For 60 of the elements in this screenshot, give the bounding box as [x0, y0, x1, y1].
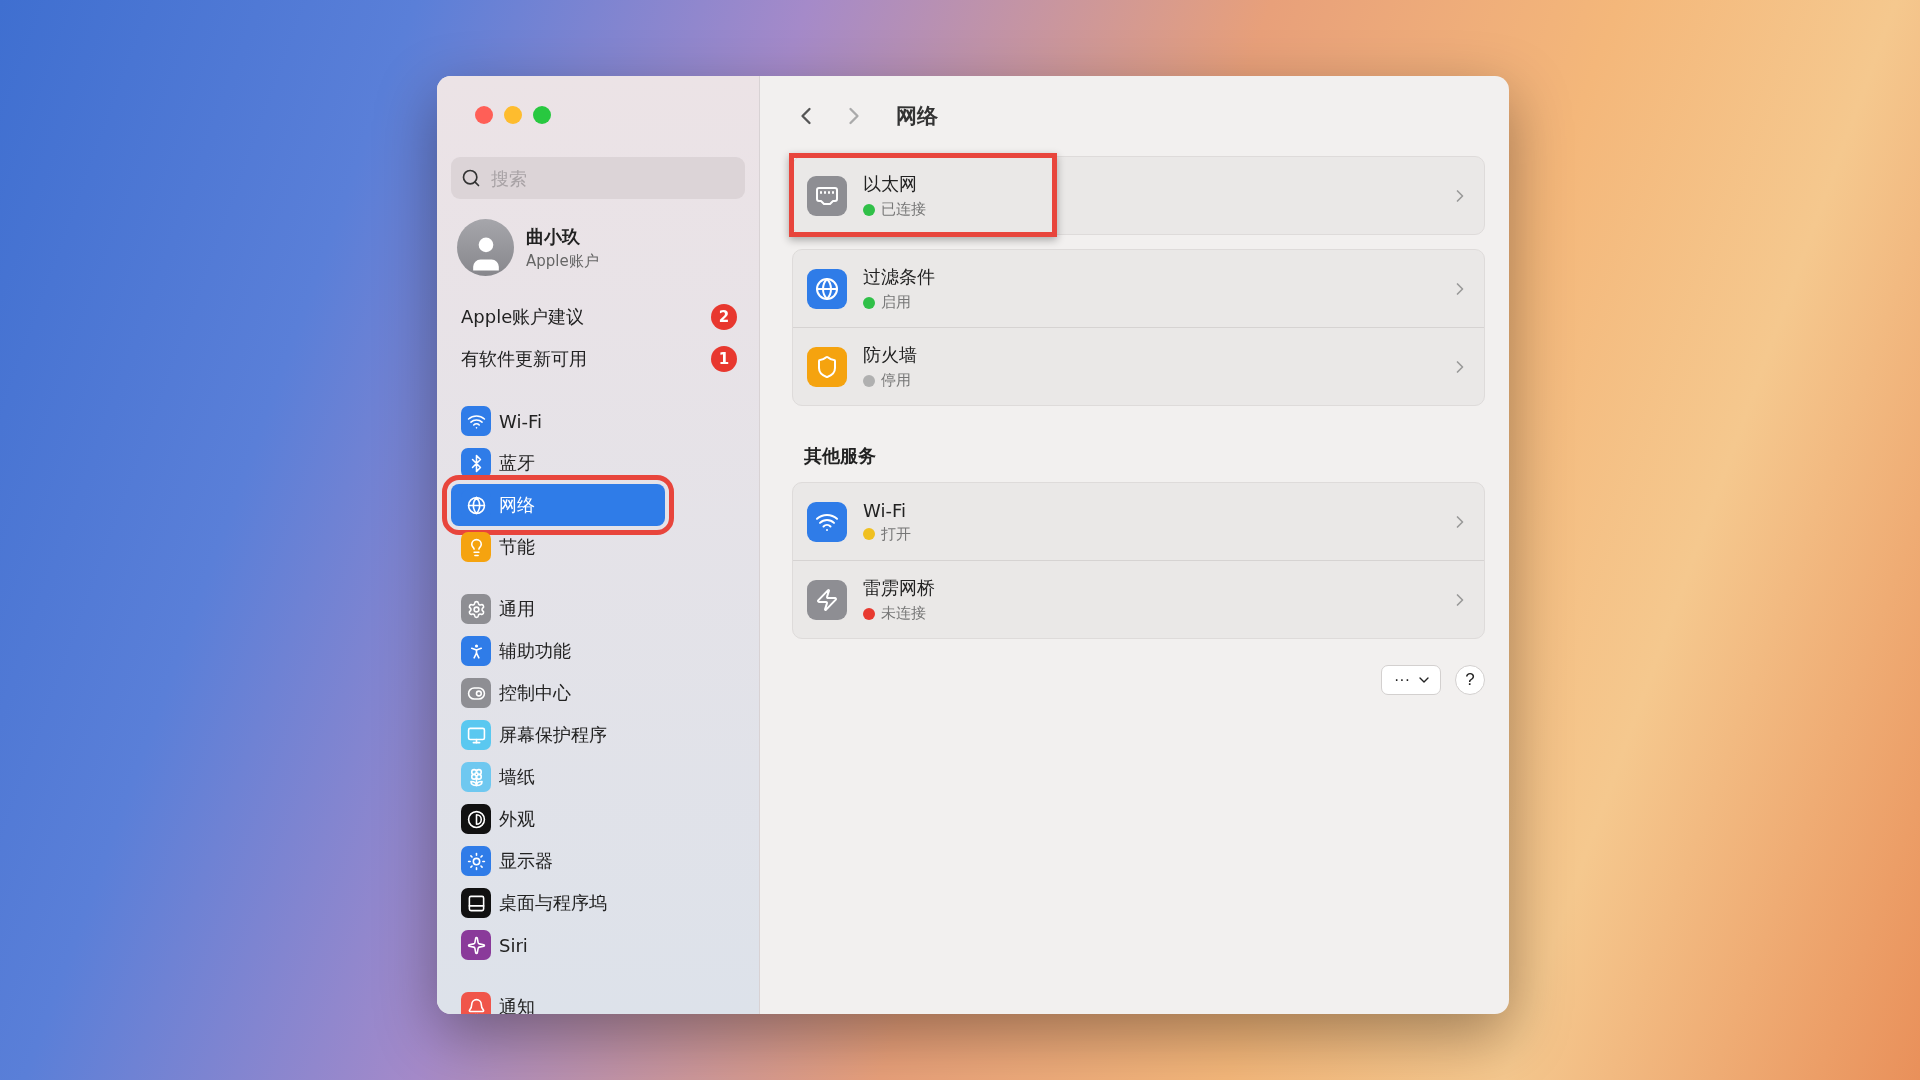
sidebar-item-icon	[461, 992, 491, 1014]
sidebar-item[interactable]: 桌面与程序坞	[451, 882, 745, 924]
service-status: 启用	[881, 293, 911, 312]
sidebar-item-icon	[461, 636, 491, 666]
service-name: 过滤条件	[863, 265, 936, 289]
service-name: 防火墙	[863, 343, 918, 367]
sidebar-item-icon	[461, 594, 491, 624]
account-name: 曲小玖	[526, 224, 581, 249]
service-icon	[807, 579, 847, 620]
avatar-icon[interactable]	[457, 219, 514, 276]
network-row[interactable]: Wi-Fi 打开	[793, 483, 1484, 560]
sidebar-item-icon	[461, 804, 491, 834]
sidebar-item[interactable]: Siri	[451, 924, 745, 966]
network-row[interactable]: 雷雳网桥 未连接	[793, 560, 1484, 638]
service-icon	[807, 175, 847, 216]
sidebar-item[interactable]: 外观	[451, 798, 745, 840]
sidebar-item-icon	[461, 532, 491, 562]
service-name: Wi-Fi	[863, 499, 907, 521]
sidebar-item[interactable]: 控制中心	[451, 672, 745, 714]
sidebar-item[interactable]: 蓝牙	[451, 442, 745, 484]
section-heading: 其他服务	[803, 444, 877, 468]
page-title: 网络	[896, 103, 938, 130]
close-button[interactable]	[475, 106, 493, 124]
service-status: 已连接	[881, 200, 926, 219]
account-subtitle: Apple账户	[526, 251, 599, 271]
sidebar-item-icon	[461, 888, 491, 918]
help-button[interactable]: ?	[1455, 665, 1485, 695]
minimize-button[interactable]	[504, 106, 522, 124]
sidebar-item-icon	[461, 678, 491, 708]
count-badge: 2	[711, 304, 737, 330]
service-icon	[807, 268, 847, 309]
network-row[interactable]: 防火墙 停用	[793, 327, 1484, 405]
service-name: 雷雳网桥	[863, 576, 936, 600]
sidebar-item[interactable]: 墙纸	[451, 756, 745, 798]
sidebar-item-icon	[461, 720, 491, 750]
search-icon	[461, 168, 481, 188]
sidebar-item-icon	[461, 406, 491, 436]
sidebar-item[interactable]: 通用	[451, 588, 745, 630]
notice-label[interactable]: Apple账户建议	[461, 305, 585, 329]
sidebar-item-icon	[461, 930, 491, 960]
service-name: 以太网	[863, 172, 918, 196]
sidebar-item[interactable]: 节能	[451, 526, 745, 568]
service-status: 停用	[881, 371, 911, 390]
network-row[interactable]: 过滤条件 启用	[793, 250, 1484, 327]
more-button[interactable]: ···	[1381, 665, 1441, 695]
zoom-button[interactable]	[533, 106, 551, 124]
sidebar-item[interactable]: 辅助功能	[451, 630, 745, 672]
service-icon	[807, 346, 847, 387]
notice-label[interactable]: 有软件更新可用	[461, 347, 587, 371]
sidebar-item-icon	[461, 762, 491, 792]
service-status: 打开	[881, 524, 911, 544]
network-row[interactable]: 以太网 已连接	[793, 157, 1484, 234]
count-badge: 1	[711, 346, 737, 372]
sidebar-item-icon	[461, 448, 491, 478]
service-icon	[807, 501, 847, 542]
sidebar-item[interactable]: Wi-Fi	[451, 400, 745, 442]
sidebar-item[interactable]: 显示器	[451, 840, 745, 882]
sidebar-item[interactable]: 屏幕保护程序	[451, 714, 745, 756]
sidebar-item-icon	[461, 846, 491, 876]
service-status: 未连接	[881, 604, 926, 623]
